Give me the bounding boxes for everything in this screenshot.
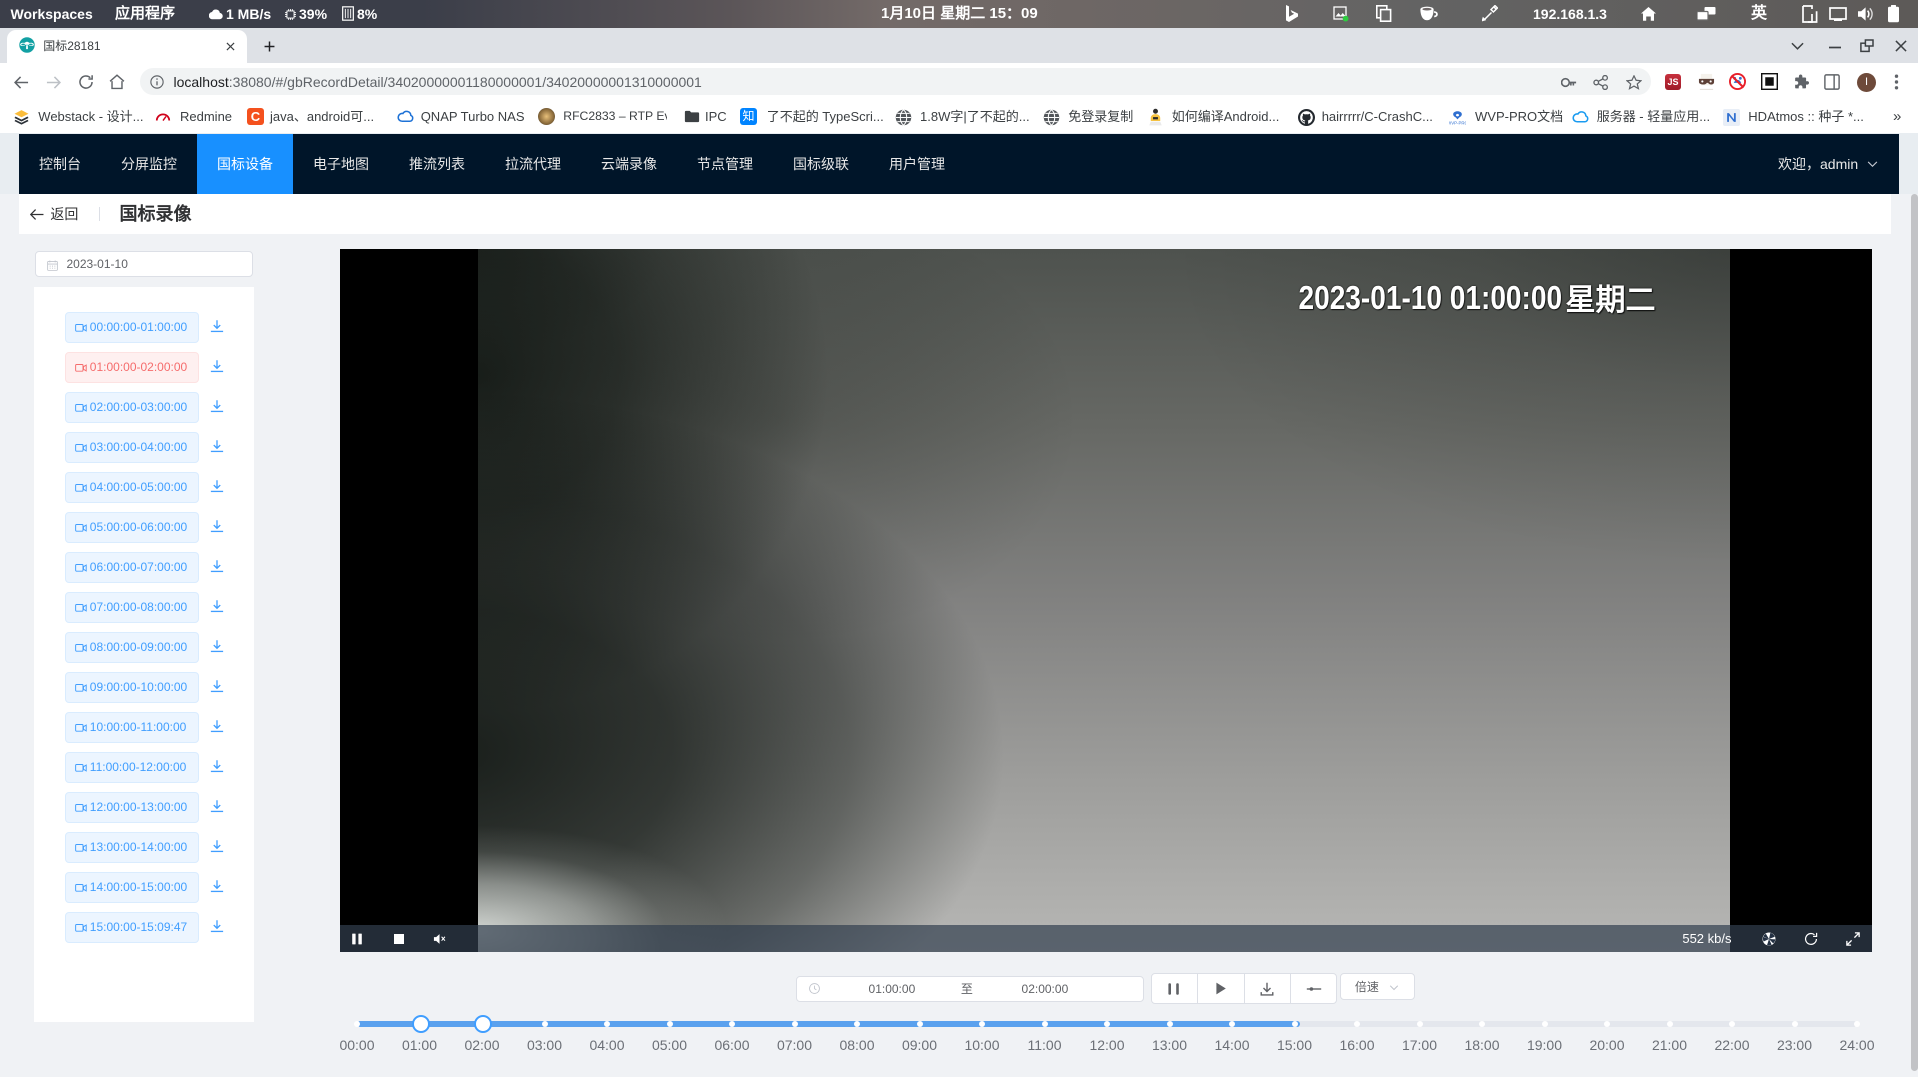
- svg-text:WVP-PRO: WVP-PRO: [1449, 120, 1466, 125]
